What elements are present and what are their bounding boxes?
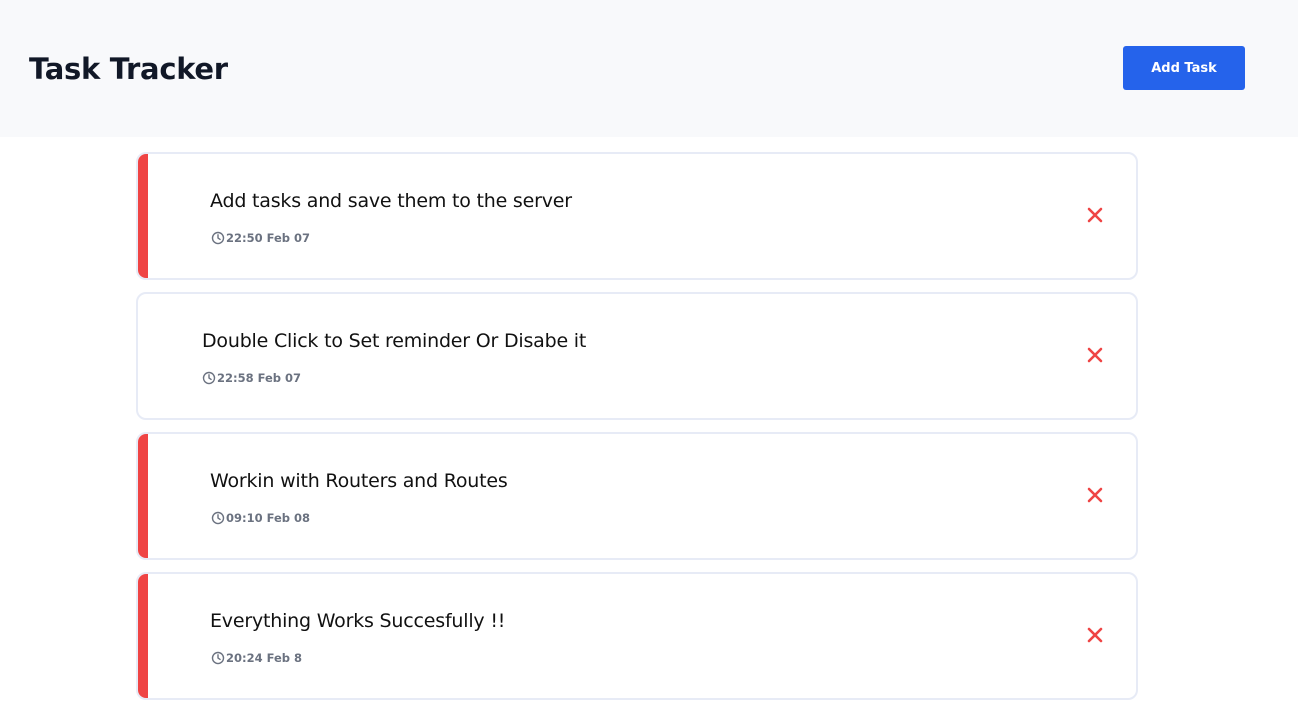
task-time: 22:58 Feb 07	[202, 371, 301, 385]
task-title: Add tasks and save them to the server	[210, 190, 572, 212]
close-icon[interactable]	[1086, 346, 1104, 364]
task-title: Everything Works Succesfully !!	[210, 610, 506, 632]
task-title: Workin with Routers and Routes	[210, 470, 508, 492]
clock-icon	[202, 371, 216, 385]
close-icon[interactable]	[1086, 626, 1104, 644]
task-title: Double Click to Set reminder Or Disabe i…	[202, 330, 587, 352]
page-title: Task Tracker	[29, 52, 228, 86]
task-time: 20:24 Feb 8	[211, 651, 302, 665]
task-time: 22:50 Feb 07	[211, 231, 310, 245]
task-card[interactable]: Workin with Routers and Routes 09:10 Feb…	[136, 432, 1138, 560]
close-icon[interactable]	[1086, 206, 1104, 224]
clock-icon	[211, 231, 225, 245]
app-header: Task Tracker Add Task	[0, 0, 1298, 137]
task-card[interactable]: Everything Works Succesfully !! 20:24 Fe…	[136, 572, 1138, 700]
task-time: 09:10 Feb 08	[211, 511, 310, 525]
task-time-label: 22:58 Feb 07	[217, 371, 302, 385]
task-card[interactable]: Add tasks and save them to the server 22…	[136, 152, 1138, 280]
close-icon[interactable]	[1086, 486, 1104, 504]
task-time-label: 22:50 Feb 07	[226, 231, 311, 245]
clock-icon	[211, 511, 225, 525]
clock-icon	[211, 651, 225, 665]
task-time-label: 09:10 Feb 08	[226, 511, 311, 525]
task-card[interactable]: Double Click to Set reminder Or Disabe i…	[136, 292, 1138, 420]
task-time-label: 20:24 Feb 8	[226, 651, 303, 665]
add-task-button[interactable]: Add Task	[1123, 46, 1245, 90]
task-list: Add tasks and save them to the server 22…	[136, 152, 1138, 712]
